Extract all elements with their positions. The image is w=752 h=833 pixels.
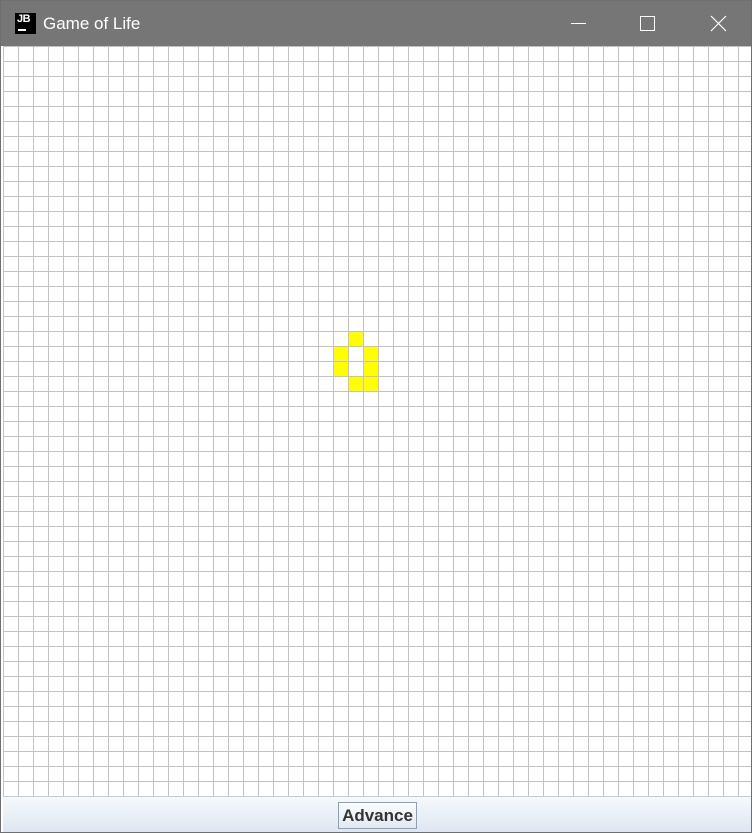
live-cell[interactable]: [333, 361, 348, 376]
grid-lines: [3, 46, 751, 796]
maximize-button[interactable]: [624, 1, 670, 46]
live-cell[interactable]: [363, 376, 378, 391]
minimize-button[interactable]: [555, 1, 601, 46]
app-icon-underline: [18, 29, 26, 31]
close-button[interactable]: [695, 1, 741, 46]
live-cell[interactable]: [348, 331, 363, 346]
close-icon: [710, 15, 727, 32]
live-cell[interactable]: [348, 376, 363, 391]
minimize-icon: [571, 23, 586, 24]
advance-button[interactable]: Advance: [338, 802, 417, 829]
live-cell[interactable]: [363, 346, 378, 361]
app-icon: JB: [15, 13, 36, 34]
live-cell[interactable]: [363, 361, 378, 376]
life-grid-board[interactable]: [3, 46, 751, 796]
game-of-life-window: JB Game of Life Advance: [0, 0, 752, 833]
control-panel: Advance: [3, 796, 751, 832]
window-title: Game of Life: [43, 14, 141, 33]
maximize-icon: [640, 16, 655, 31]
app-icon-label: JB: [17, 13, 31, 25]
title-bar[interactable]: JB Game of Life: [1, 1, 751, 46]
life-grid[interactable]: [3, 46, 751, 796]
live-cell[interactable]: [333, 346, 348, 361]
